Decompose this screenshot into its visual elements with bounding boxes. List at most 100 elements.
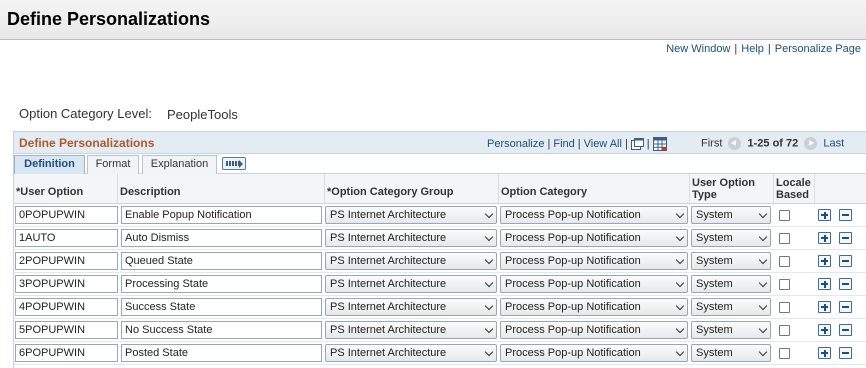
show-all-columns-icon[interactable] (222, 157, 246, 170)
user-option-input[interactable]: 5POPUPWIN (15, 321, 118, 339)
add-row-button[interactable] (818, 347, 831, 359)
add-row-button[interactable] (818, 278, 831, 290)
option-category-level: Option Category Level: PeopleTools (19, 106, 238, 122)
option-category-group-select[interactable]: PS Internet Architecture (325, 252, 497, 270)
user-option-type-select[interactable]: System (691, 344, 771, 362)
option-category-group-select[interactable]: PS Internet Architecture (325, 275, 497, 293)
delete-row-button[interactable] (839, 209, 852, 221)
user-option-type-select[interactable]: System (691, 206, 771, 224)
select-value: PS Internet Architecture (330, 209, 447, 221)
description-input[interactable]: Posted State (121, 344, 322, 362)
delete-row-button[interactable] (839, 278, 852, 290)
add-row-button[interactable] (818, 324, 831, 336)
row-range: 1-25 of 72 (747, 137, 799, 150)
tab-format[interactable]: Format (87, 155, 139, 174)
add-row-button[interactable] (818, 209, 831, 221)
chevron-down-icon (758, 255, 768, 265)
option-category-select[interactable]: Process Pop-up Notification (500, 321, 688, 339)
column-header-locale-based[interactable]: Locale Based (774, 174, 815, 204)
user-option-input[interactable]: 2POPUPWIN (15, 252, 118, 270)
option-category-group-select[interactable]: PS Internet Architecture (325, 321, 497, 339)
table-row: 3POPUPWIN Processing State PS Internet A… (14, 273, 866, 296)
last-link[interactable]: Last (823, 137, 844, 149)
add-row-button[interactable] (818, 301, 831, 313)
option-category-group-select[interactable]: PS Internet Architecture (325, 229, 497, 247)
tab-definition[interactable]: Definition (14, 155, 85, 174)
delete-row-button[interactable] (839, 324, 852, 336)
locale-based-checkbox[interactable] (779, 233, 790, 244)
user-option-type-select[interactable]: System (691, 275, 771, 293)
column-header-option-category-group[interactable]: *Option Category Group (325, 174, 499, 204)
delete-row-button[interactable] (839, 301, 852, 313)
find-link[interactable]: Find (553, 138, 574, 150)
chevron-down-icon (758, 301, 768, 311)
column-header-label: *User Option (16, 186, 84, 198)
view-all-link[interactable]: View All (584, 138, 622, 150)
column-header-label: *Option Category Group (327, 186, 454, 198)
grid-title: Define Personalizations (19, 136, 155, 150)
locale-based-checkbox[interactable] (779, 256, 790, 267)
next-icon[interactable] (804, 137, 818, 150)
column-header-option-category[interactable]: Option Category (499, 174, 690, 204)
select-value: Process Pop-up Notification (505, 232, 641, 244)
delete-row-button[interactable] (839, 255, 852, 267)
download-spreadsheet-icon[interactable] (652, 137, 667, 151)
option-category-select[interactable]: Process Pop-up Notification (500, 229, 688, 247)
column-headers: *User Option Description *Option Categor… (14, 174, 866, 204)
delete-row-button[interactable] (839, 347, 852, 359)
description-input[interactable]: No Success State (121, 321, 322, 339)
locale-based-checkbox[interactable] (779, 325, 790, 336)
chevron-down-icon (484, 324, 494, 334)
description-input[interactable]: Success State (121, 298, 322, 316)
locale-based-checkbox[interactable] (779, 279, 790, 290)
option-category-group-select[interactable]: PS Internet Architecture (325, 206, 497, 224)
personalize-page-link[interactable]: Personalize Page (775, 43, 861, 55)
option-category-select[interactable]: Process Pop-up Notification (500, 206, 688, 224)
previous-icon[interactable] (728, 137, 742, 150)
user-option-type-select[interactable]: System (691, 321, 771, 339)
user-option-input[interactable]: 1AUTO (15, 229, 118, 247)
delete-row-button[interactable] (839, 232, 852, 244)
grid-tools: Personalize | Find | View All | | (487, 137, 667, 151)
description-input[interactable]: Enable Popup Notification (121, 206, 322, 224)
option-category-select[interactable]: Process Pop-up Notification (500, 344, 688, 362)
new-window-grid-icon[interactable] (630, 138, 644, 150)
select-value: PS Internet Architecture (330, 324, 447, 336)
column-header-description[interactable]: Description (118, 174, 325, 204)
option-category-select[interactable]: Process Pop-up Notification (500, 252, 688, 270)
user-option-type-select[interactable]: System (691, 252, 771, 270)
help-link[interactable]: Help (741, 43, 764, 55)
user-option-input[interactable]: 3POPUPWIN (15, 275, 118, 293)
option-category-select[interactable]: Process Pop-up Notification (500, 298, 688, 316)
description-input[interactable]: Queued State (121, 252, 322, 270)
option-category-group-select[interactable]: PS Internet Architecture (325, 298, 497, 316)
locale-based-checkbox[interactable] (779, 348, 790, 359)
user-option-input[interactable]: 6POPUPWIN (15, 344, 118, 362)
option-category-select[interactable]: Process Pop-up Notification (500, 275, 688, 293)
column-header-user-option-type[interactable]: User Option Type (690, 174, 774, 204)
first-link[interactable]: First (701, 137, 722, 149)
separator: | (547, 137, 551, 150)
locale-based-checkbox[interactable] (779, 302, 790, 313)
user-option-input[interactable]: 4POPUPWIN (15, 298, 118, 316)
personalize-grid-link[interactable]: Personalize (487, 138, 544, 150)
option-category-group-select[interactable]: PS Internet Architecture (325, 344, 497, 362)
select-value: System (696, 324, 733, 336)
select-value: Process Pop-up Notification (505, 255, 641, 267)
user-option-type-select[interactable]: System (691, 229, 771, 247)
add-row-button[interactable] (818, 255, 831, 267)
select-value: PS Internet Architecture (330, 232, 447, 244)
tab-explanation[interactable]: Explanation (142, 155, 217, 174)
chevron-down-icon (484, 301, 494, 311)
new-window-link[interactable]: New Window (666, 43, 730, 55)
select-value: PS Internet Architecture (330, 301, 447, 313)
user-option-input[interactable]: 0POPUPWIN (15, 206, 118, 224)
column-header-user-option[interactable]: *User Option (14, 174, 118, 204)
top-links: New Window | Help | Personalize Page (666, 43, 861, 55)
description-input[interactable]: Processing State (121, 275, 322, 293)
locale-based-checkbox[interactable] (779, 210, 790, 221)
select-value: Process Pop-up Notification (505, 209, 641, 221)
add-row-button[interactable] (818, 232, 831, 244)
description-input[interactable]: Auto Dismiss (121, 229, 322, 247)
user-option-type-select[interactable]: System (691, 298, 771, 316)
